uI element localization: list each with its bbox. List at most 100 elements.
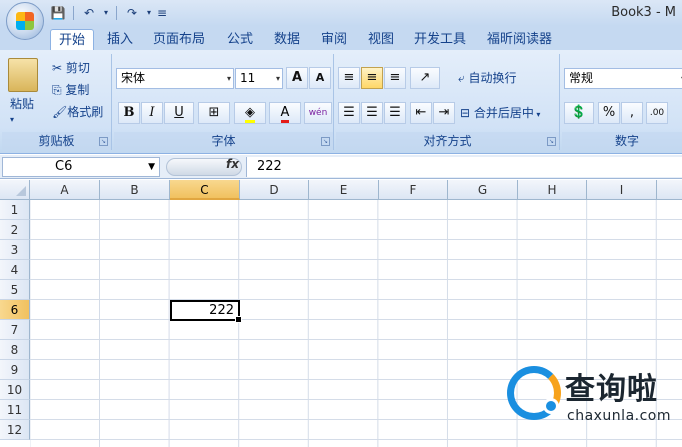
bold-button[interactable]: B xyxy=(118,102,140,124)
align-top-button[interactable]: ≡ xyxy=(338,67,360,89)
column-header-e[interactable]: E xyxy=(309,180,379,200)
wrap-text-button[interactable]: ⤶ 自动换行 xyxy=(458,68,517,88)
office-logo-icon xyxy=(16,12,34,30)
grow-font-button[interactable]: A xyxy=(286,67,308,89)
row-header-4[interactable]: 4 xyxy=(0,260,30,280)
select-all-corner[interactable] xyxy=(0,180,30,200)
column-header-g[interactable]: G xyxy=(448,180,518,200)
row-header-6[interactable]: 6 xyxy=(0,300,30,320)
insert-function-icon[interactable]: fx xyxy=(226,157,239,171)
wrap-text-label: 自动换行 xyxy=(468,71,517,85)
borders-button[interactable]: ⊞ xyxy=(198,102,230,124)
column-header-f[interactable]: F xyxy=(379,180,448,200)
align-right-button[interactable]: ☰ xyxy=(384,102,406,124)
italic-button[interactable]: I xyxy=(141,102,163,124)
column-header-a[interactable]: A xyxy=(30,180,100,200)
borders-icon: ⊞ xyxy=(208,105,220,120)
percent-button[interactable]: % xyxy=(598,102,620,124)
ribbon: 粘贴 ▾ ✂ 剪切 ⎘ 复制 🖌格式刷 剪贴板 ↘ 宋体 ▾ 11 ▾ A A B … xyxy=(0,50,682,154)
formula-input[interactable]: 222 xyxy=(246,157,682,177)
font-name-select[interactable]: 宋体 ▾ xyxy=(116,68,234,89)
office-button[interactable] xyxy=(6,2,44,40)
align-left-icon: ☰ xyxy=(343,105,355,120)
fill-bucket-icon: ◈ xyxy=(245,105,255,123)
font-size-select[interactable]: 11 ▾ xyxy=(235,68,283,89)
redo-icon[interactable]: ↷ xyxy=(122,4,142,22)
tab-formulas[interactable]: 公式 xyxy=(227,29,253,50)
row-header-8[interactable]: 8 xyxy=(0,340,30,360)
number-format-select[interactable]: 常规▾ xyxy=(564,68,682,89)
merge-center-label: 合并后居中 xyxy=(473,106,534,120)
tab-home[interactable]: 开始 xyxy=(50,29,95,50)
active-cell-c6[interactable]: 222 xyxy=(170,300,242,323)
font-size-value: 11 xyxy=(240,71,256,85)
row-header-1[interactable]: 1 xyxy=(0,200,30,220)
tab-view[interactable]: 视图 xyxy=(368,29,394,50)
underline-button[interactable]: U xyxy=(164,102,194,124)
chevron-down-icon: ▾ xyxy=(226,74,231,83)
alignment-launcher-icon[interactable]: ↘ xyxy=(547,137,556,146)
number-group: 常规▾ 💲 % , .00 数字 xyxy=(562,54,682,150)
paste-icon[interactable] xyxy=(8,58,38,92)
tab-data[interactable]: 数据 xyxy=(274,29,300,50)
font-group: 宋体 ▾ 11 ▾ A A B I U ⊞ ◈ A wén 字体 ↘ xyxy=(114,54,334,150)
clipboard-launcher-icon[interactable]: ↘ xyxy=(99,137,108,146)
row-header-12[interactable]: 12 xyxy=(0,420,30,440)
column-header-h[interactable]: H xyxy=(518,180,587,200)
phonetic-button[interactable]: wén xyxy=(304,102,332,124)
row-header-3[interactable]: 3 xyxy=(0,240,30,260)
paste-dropdown-icon[interactable]: ▾ xyxy=(10,110,14,130)
chevron-down-icon: ▼ xyxy=(148,162,155,172)
decrease-indent-icon: ⇤ xyxy=(415,105,427,120)
scissors-icon: ✂ xyxy=(52,61,66,75)
cut-button[interactable]: ✂ 剪切 xyxy=(52,58,90,78)
copy-label: 复制 xyxy=(65,83,90,97)
align-bottom-button[interactable]: ≡ xyxy=(384,67,406,89)
row-header-2[interactable]: 2 xyxy=(0,220,30,240)
format-painter-label: 格式刷 xyxy=(67,105,104,119)
undo-dropdown-icon[interactable]: ▾ xyxy=(101,4,111,22)
align-left-button[interactable]: ☰ xyxy=(338,102,360,124)
qat-divider xyxy=(73,6,74,20)
shrink-font-button[interactable]: A xyxy=(309,67,331,89)
row-header-10[interactable]: 10 xyxy=(0,380,30,400)
font-launcher-icon[interactable]: ↘ xyxy=(321,137,330,146)
customize-qat-icon[interactable]: ≡ xyxy=(156,4,168,22)
undo-icon[interactable]: ↶ xyxy=(79,4,99,22)
format-painter-button[interactable]: 🖌格式刷 xyxy=(52,102,103,122)
currency-button[interactable]: 💲 xyxy=(564,102,594,124)
column-header-b[interactable]: B xyxy=(100,180,170,200)
align-center-button[interactable]: ☰ xyxy=(361,102,383,124)
column-header-d[interactable]: D xyxy=(240,180,309,200)
qat-divider xyxy=(116,6,117,20)
shrink-font-icon: A xyxy=(315,71,325,84)
font-color-icon: A xyxy=(280,105,290,123)
decrease-indent-button[interactable]: ⇤ xyxy=(410,102,432,124)
column-header-c[interactable]: C xyxy=(170,180,240,200)
tab-developer[interactable]: 开发工具 xyxy=(414,29,466,50)
row-header-5[interactable]: 5 xyxy=(0,280,30,300)
save-icon[interactable]: 💾 xyxy=(48,4,68,22)
tab-foxit-reader[interactable]: 福昕阅读器 xyxy=(487,29,552,50)
tab-insert[interactable]: 插入 xyxy=(107,29,133,50)
formula-bar: C6 ▼ fx 222 xyxy=(0,155,682,179)
increase-indent-button[interactable]: ⇥ xyxy=(433,102,455,124)
font-color-button[interactable]: A xyxy=(269,102,301,124)
column-header-partial[interactable] xyxy=(657,180,682,200)
align-middle-button[interactable]: ≡ xyxy=(361,67,383,89)
tab-review[interactable]: 审阅 xyxy=(321,29,347,50)
increase-decimal-button[interactable]: .00 xyxy=(646,102,668,124)
name-box[interactable]: C6 ▼ xyxy=(2,157,160,177)
comma-button[interactable]: , xyxy=(621,102,643,124)
row-header-11[interactable]: 11 xyxy=(0,400,30,420)
chevron-down-icon: ▾ xyxy=(275,74,280,83)
row-header-7[interactable]: 7 xyxy=(0,320,30,340)
merge-center-button[interactable]: ⊟ 合并后居中 ▾ xyxy=(460,103,540,123)
row-header-9[interactable]: 9 xyxy=(0,360,30,380)
redo-dropdown-icon[interactable]: ▾ xyxy=(144,4,154,22)
tab-page-layout[interactable]: 页面布局 xyxy=(153,29,205,50)
orientation-button[interactable]: ↗ xyxy=(410,67,440,89)
fill-color-button[interactable]: ◈ xyxy=(234,102,266,124)
column-header-i[interactable]: I xyxy=(587,180,657,200)
copy-button[interactable]: ⎘ 复制 xyxy=(52,80,89,100)
